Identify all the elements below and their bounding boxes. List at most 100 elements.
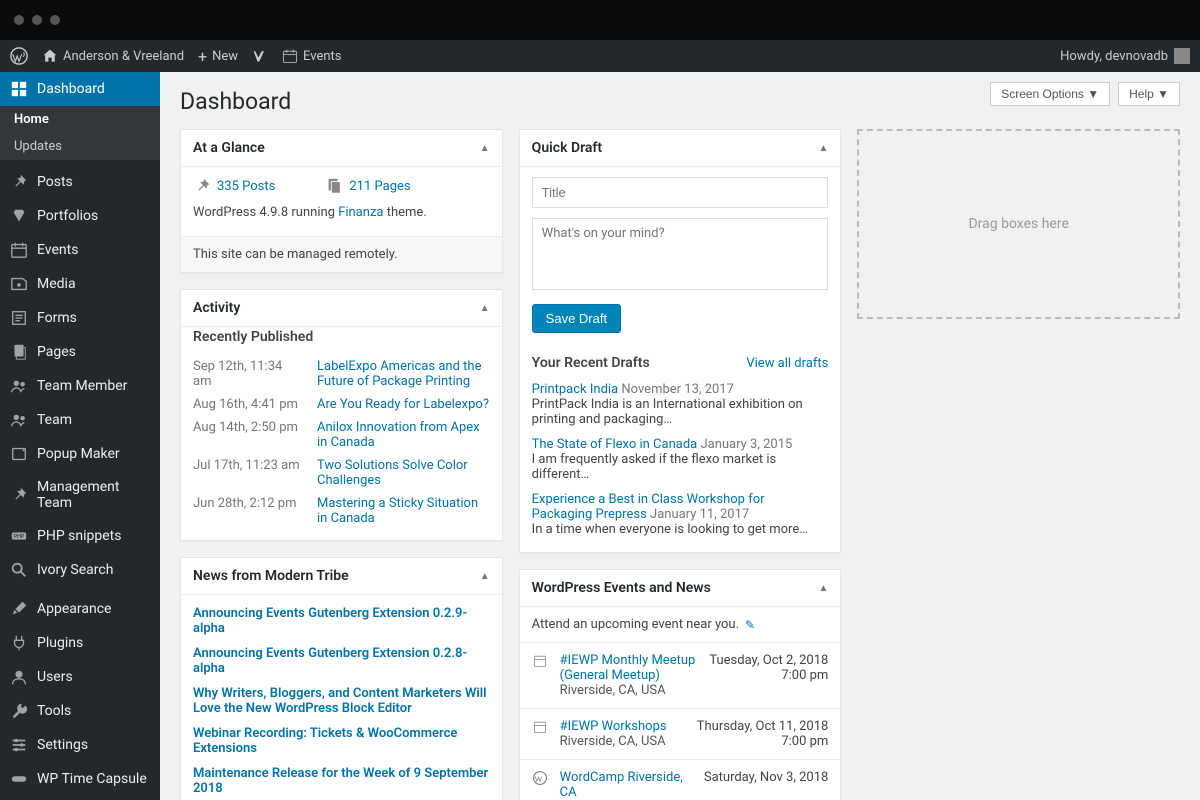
- submenu-home[interactable]: Home: [0, 106, 160, 133]
- sidebar-item-label: PHP snippets: [37, 528, 121, 544]
- sidebar-item-portfolios[interactable]: Portfolios: [0, 199, 160, 233]
- theme-link[interactable]: Finanza: [338, 205, 383, 220]
- sidebar-item-label: Team Member: [37, 378, 127, 394]
- edit-location-icon[interactable]: ✎: [745, 618, 755, 632]
- site-link[interactable]: Anderson & Vreeland: [42, 48, 184, 64]
- sidebar-item-appearance[interactable]: Appearance: [0, 592, 160, 626]
- news-link[interactable]: Announcing Events Gutenberg Extension 0.…: [181, 641, 502, 681]
- sidebar-item-media[interactable]: Media: [0, 267, 160, 301]
- draft-title-link[interactable]: The State of Flexo in Canada: [532, 437, 698, 452]
- event-location: Riverside, CA, USA: [560, 734, 687, 749]
- sidebar-item-ivory-search[interactable]: Ivory Search: [0, 553, 160, 587]
- dashboard-icon: [10, 80, 28, 98]
- portfolio-icon: [10, 207, 28, 225]
- sidebar-item-popup-maker[interactable]: Popup Maker: [0, 437, 160, 471]
- box-title: Quick Draft: [532, 140, 602, 156]
- view-all-drafts-link[interactable]: View all drafts: [746, 356, 828, 371]
- svg-text:PHP: PHP: [14, 534, 25, 540]
- search-icon: [10, 561, 28, 579]
- main-content: Screen Options ▼ Help ▼ Dashboard At a G…: [160, 72, 1200, 800]
- sidebar-item-users[interactable]: Users: [0, 660, 160, 694]
- event-location: Riverside, CA, USA: [560, 683, 700, 698]
- sidebar-item-team[interactable]: Team: [0, 403, 160, 437]
- collapse-icon[interactable]: ▲: [480, 303, 490, 314]
- sidebar-item-label: Ivory Search: [37, 562, 113, 578]
- activity-row: Jul 17th, 11:23 am Two Solutions Solve Co…: [181, 454, 502, 492]
- sidebar-item-tools[interactable]: Tools: [0, 694, 160, 728]
- sidebar-item-pages[interactable]: Pages: [0, 335, 160, 369]
- wordcamp-icon: [532, 770, 550, 800]
- activity-link[interactable]: LabelExpo Americas and the Future of Pac…: [317, 359, 490, 389]
- activity-link[interactable]: Two Solutions Solve Color Challenges: [317, 458, 490, 488]
- draft-body-input[interactable]: [532, 218, 829, 290]
- draft-item: Experience a Best in Class Workshop for …: [520, 487, 841, 542]
- modern-tribe-news-box: News from Modern Tribe▲ Announcing Event…: [180, 557, 503, 800]
- sidebar-item-label: Popup Maker: [37, 446, 120, 462]
- pages-count-link[interactable]: 211 Pages: [325, 177, 410, 195]
- draft-title-link[interactable]: Printpack India: [532, 382, 618, 397]
- wp-logo[interactable]: [10, 47, 28, 65]
- collapse-icon[interactable]: ▲: [818, 143, 828, 154]
- sidebar-item-plugins[interactable]: Plugins: [0, 626, 160, 660]
- yoast-icon[interactable]: [252, 48, 268, 64]
- draft-date: January 11, 2017: [650, 507, 749, 522]
- event-datetime: Saturday, Nov 3, 2018: [704, 770, 828, 800]
- screen-options-button[interactable]: Screen Options ▼: [990, 82, 1110, 106]
- collapse-icon[interactable]: ▲: [818, 583, 828, 594]
- sidebar-item-label: Posts: [37, 174, 73, 190]
- admin-sidebar: DashboardHomeUpdates Posts PortfoliosEvent…: [0, 72, 160, 800]
- event-row: WordCamp Riverside, CARiverside, CA, USA…: [520, 759, 841, 800]
- draft-title-input[interactable]: [532, 177, 829, 208]
- sidebar-item-php-snippets[interactable]: PHP PHP snippets: [0, 519, 160, 553]
- sidebar-item-events[interactable]: Events: [0, 233, 160, 267]
- sidebar-item-team-member[interactable]: Team Member: [0, 369, 160, 403]
- news-link[interactable]: Announcing Events Gutenberg Extension 0.…: [181, 601, 502, 641]
- new-content[interactable]: +New: [198, 47, 238, 66]
- news-link[interactable]: Why Writers, Bloggers, and Content Marke…: [181, 681, 502, 721]
- event-title-link[interactable]: #IEWP Workshops: [560, 719, 667, 734]
- events-toolbar[interactable]: Events: [282, 48, 341, 64]
- pages-icon: [10, 343, 28, 361]
- collapse-icon[interactable]: ▲: [480, 143, 490, 154]
- save-draft-button[interactable]: Save Draft: [532, 304, 621, 333]
- drop-zone[interactable]: Drag boxes here: [857, 129, 1180, 319]
- window-dot: [32, 15, 42, 25]
- admin-toolbar: Anderson & Vreeland +New Events Howdy, d…: [0, 40, 1200, 72]
- help-button[interactable]: Help ▼: [1118, 82, 1180, 106]
- activity-link[interactable]: Anilox Innovation from Apex in Canada: [317, 420, 490, 450]
- activity-subtitle: Recently Published: [181, 327, 502, 355]
- sidebar-item-label: Pages: [37, 344, 76, 360]
- brush-icon: [10, 600, 28, 618]
- capsule-icon: [10, 770, 28, 788]
- remote-manage-text: This site can be managed remotely.: [181, 236, 502, 272]
- news-link[interactable]: Maintenance Release for the Week of 9 Se…: [181, 761, 502, 800]
- sidebar-item-label: Management Team: [37, 479, 150, 511]
- collapse-icon[interactable]: ▲: [480, 571, 490, 582]
- event-title-link[interactable]: #IEWP Monthly Meetup (General Meetup): [560, 653, 696, 683]
- activity-link[interactable]: Are You Ready for Labelexpo?: [317, 397, 489, 412]
- meetup-icon: [532, 719, 550, 749]
- users-icon: [10, 411, 28, 429]
- sidebar-item-posts[interactable]: Posts: [0, 165, 160, 199]
- draft-item: The State of Flexo in Canada January 3, …: [520, 432, 841, 487]
- news-link[interactable]: Webinar Recording: Tickets & WooCommerce…: [181, 721, 502, 761]
- draft-excerpt: PrintPack India is an International exhi…: [532, 397, 803, 427]
- submenu-updates[interactable]: Updates: [0, 133, 160, 160]
- pin-icon: [10, 173, 28, 191]
- sidebar-item-management-team[interactable]: Management Team: [0, 471, 160, 519]
- sidebar-item-finanza[interactable]: Finanza: [0, 796, 160, 800]
- activity-row: Aug 16th, 4:41 pm Are You Ready for Label…: [181, 393, 502, 416]
- wp-version-text: WordPress 4.9.8 running Finanza theme.: [193, 205, 490, 220]
- sidebar-item-forms[interactable]: Forms: [0, 301, 160, 335]
- sidebar-item-settings[interactable]: Settings: [0, 728, 160, 762]
- activity-date: Aug 16th, 4:41 pm: [193, 397, 303, 412]
- posts-count-link[interactable]: 335 Posts: [193, 177, 275, 195]
- sidebar-item-dashboard[interactable]: Dashboard: [0, 72, 160, 106]
- pin-icon: [193, 177, 211, 195]
- event-title-link[interactable]: WordCamp Riverside, CA: [560, 770, 683, 800]
- activity-link[interactable]: Mastering a Sticky Situation in Canada: [317, 496, 490, 526]
- event-datetime: Tuesday, Oct 2, 20187:00 pm: [709, 653, 828, 698]
- activity-date: Jul 17th, 11:23 am: [193, 458, 303, 488]
- user-menu[interactable]: Howdy, devnovadb: [1060, 48, 1190, 64]
- sidebar-item-wp-time-capsule[interactable]: WP Time Capsule: [0, 762, 160, 796]
